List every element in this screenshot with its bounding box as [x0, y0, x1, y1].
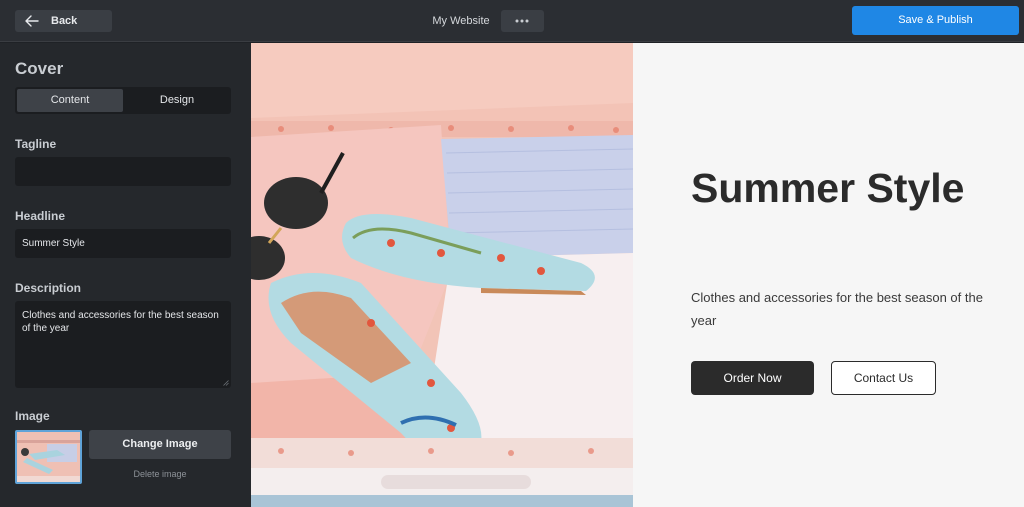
editor-sidebar: Cover Content Design Tagline Headline Su…: [0, 43, 251, 507]
description-textarea[interactable]: Clothes and accessories for the best sea…: [15, 301, 231, 388]
arrow-left-icon: [25, 15, 39, 27]
save-publish-button[interactable]: Save & Publish: [852, 6, 1019, 35]
delete-image-link[interactable]: Delete image: [89, 469, 231, 479]
thumbnail-photo: [17, 432, 80, 482]
tagline-label: Tagline: [15, 137, 57, 151]
resize-grip-icon[interactable]: [223, 380, 229, 386]
change-image-button[interactable]: Change Image: [89, 430, 231, 459]
more-dots-icon: [515, 19, 529, 23]
back-label: Back: [51, 15, 78, 27]
description-label: Description: [15, 281, 82, 295]
cover-photo: [251, 43, 633, 507]
tab-content[interactable]: Content: [17, 89, 123, 112]
site-preview: Summer Style Clothes and accessories for…: [633, 43, 1024, 507]
suitcase-photo-illustration: [251, 43, 633, 507]
preview-description: Clothes and accessories for the best sea…: [691, 290, 983, 328]
tab-design[interactable]: Design: [125, 89, 229, 112]
tagline-input[interactable]: [15, 157, 231, 186]
site-title: My Website: [432, 15, 490, 27]
tab-switcher: Content Design: [15, 87, 231, 114]
order-now-button[interactable]: Order Now: [691, 361, 814, 395]
back-button[interactable]: Back: [15, 10, 112, 32]
image-thumbnail[interactable]: [15, 430, 82, 484]
contact-us-button[interactable]: Contact Us: [831, 361, 936, 395]
section-title: Cover: [15, 59, 64, 78]
description-text: Clothes and accessories for the best sea…: [22, 310, 219, 334]
headline-input[interactable]: Summer Style: [15, 229, 231, 258]
preview-headline: Summer Style: [691, 165, 965, 211]
headline-label: Headline: [15, 209, 66, 223]
more-options-button[interactable]: [501, 10, 544, 32]
image-label: Image: [15, 409, 50, 423]
top-bar: Back My Website Save & Publish: [0, 0, 1024, 42]
